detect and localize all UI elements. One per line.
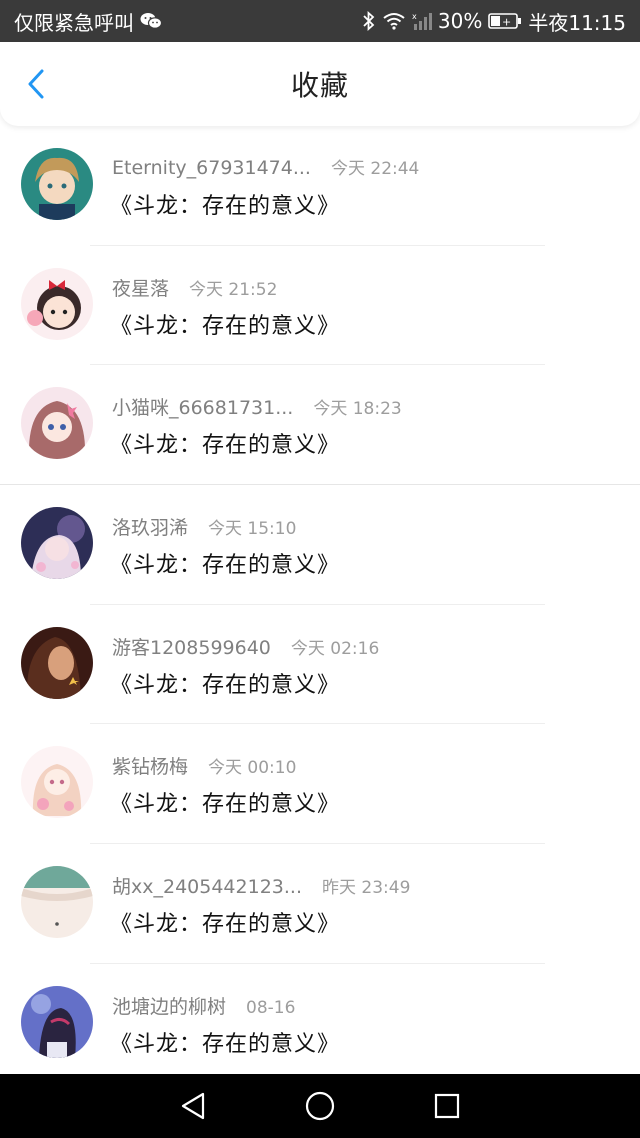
carrier-text: 仅限紧急呼叫 xyxy=(14,10,134,35)
username: 小猫咪_66681731... xyxy=(112,397,294,420)
avatar xyxy=(21,507,93,580)
avatar xyxy=(21,387,93,460)
item-meta: 紫钻杨梅 今天 00:10 xyxy=(112,752,296,779)
list-item[interactable]: 小猫咪_66681731... 今天 18:23 《斗龙：存在的意义》 xyxy=(0,365,640,486)
bluetooth-icon xyxy=(362,11,376,31)
list-item[interactable]: 夜星落 今天 21:52 《斗龙：存在的意义》 xyxy=(0,246,640,366)
recents-square-icon xyxy=(434,1093,459,1119)
battery-percent: 30% xyxy=(437,9,483,33)
timestamp: 今天 21:52 xyxy=(189,279,278,300)
favorite-title: 《斗龙：存在的意义》 xyxy=(110,672,341,698)
favorite-title: 《斗龙：存在的意义》 xyxy=(110,553,341,579)
battery-icon: + xyxy=(488,12,522,30)
favorite-title: 《斗龙：存在的意义》 xyxy=(110,912,341,938)
item-meta: 池塘边的柳树 08-16 xyxy=(112,992,295,1019)
username: 池塘边的柳树 xyxy=(112,995,227,1018)
favorites-list: Eternity_67931474... 今天 22:44 《斗龙：存在的意义》… xyxy=(0,126,640,1074)
back-button[interactable] xyxy=(20,68,52,100)
home-circle-icon xyxy=(305,1091,335,1121)
status-bar: 仅限紧急呼叫 x 30% + 半夜11:15 xyxy=(0,0,640,42)
timestamp: 08-16 xyxy=(246,997,296,1018)
avatar xyxy=(21,985,93,1058)
back-triangle-icon xyxy=(182,1092,205,1120)
avatar xyxy=(21,626,93,699)
avatar xyxy=(21,746,93,819)
svg-text:x: x xyxy=(412,12,417,21)
username: 胡xx_2405442123... xyxy=(112,876,302,899)
nav-home-button[interactable] xyxy=(300,1086,340,1126)
chevron-left-icon xyxy=(28,69,44,99)
status-right: x 30% + 半夜11:15 xyxy=(362,7,626,36)
svg-text:+: + xyxy=(502,16,511,29)
list-item[interactable]: Eternity_67931474... 今天 22:44 《斗龙：存在的意义》 xyxy=(0,126,640,246)
page-title: 收藏 xyxy=(290,69,349,102)
signal-icon: x xyxy=(412,11,432,31)
username: 游客1208599640 xyxy=(112,636,271,659)
timestamp: 今天 15:10 xyxy=(208,519,297,540)
navigation-bar xyxy=(0,1074,640,1138)
nav-recents-button[interactable] xyxy=(427,1086,467,1126)
list-item[interactable]: 胡xx_2405442123... 昨天 23:49 《斗龙：存在的意义》 xyxy=(0,844,640,964)
nav-back-button[interactable] xyxy=(173,1086,213,1126)
username: 夜星落 xyxy=(112,277,170,300)
wechat-icon xyxy=(140,12,162,30)
favorite-title: 《斗龙：存在的意义》 xyxy=(110,194,341,219)
clock: 半夜11:15 xyxy=(528,10,626,35)
item-meta: 胡xx_2405442123... 昨天 23:49 xyxy=(112,872,410,899)
item-meta: 游客1208599640 今天 02:16 xyxy=(112,633,379,660)
list-item[interactable]: 池塘边的柳树 08-16 《斗龙：存在的意义》 xyxy=(0,964,640,1074)
avatar xyxy=(21,866,93,939)
timestamp: 今天 00:10 xyxy=(208,758,297,779)
timestamp: 今天 02:16 xyxy=(290,638,380,659)
favorite-title: 《斗龙：存在的意义》 xyxy=(110,433,341,459)
header: 收藏 xyxy=(0,42,640,126)
timestamp: 昨天 23:49 xyxy=(322,878,411,899)
item-meta: Eternity_67931474... 今天 22:44 xyxy=(112,154,419,179)
timestamp: 今天 18:23 xyxy=(313,399,402,420)
username: 洛玖羽浠 xyxy=(112,517,189,540)
wifi-icon xyxy=(382,12,406,30)
avatar xyxy=(21,267,93,340)
list-item[interactable]: 洛玖羽浠 今天 15:10 《斗龙：存在的意义》 xyxy=(0,485,640,605)
username: Eternity_67931474... xyxy=(112,157,311,179)
status-left: 仅限紧急呼叫 xyxy=(14,7,162,36)
timestamp: 今天 22:44 xyxy=(330,159,420,179)
item-meta: 洛玖羽浠 今天 15:10 xyxy=(112,513,296,540)
avatar xyxy=(21,148,93,220)
username: 紫钻杨梅 xyxy=(112,756,189,779)
favorite-title: 《斗龙：存在的意义》 xyxy=(110,313,341,339)
item-meta: 小猫咪_66681731... 今天 18:23 xyxy=(112,393,402,420)
item-meta: 夜星落 今天 21:52 xyxy=(112,274,277,301)
favorite-title: 《斗龙：存在的意义》 xyxy=(110,792,341,818)
list-item[interactable]: 紫钻杨梅 今天 00:10 《斗龙：存在的意义》 xyxy=(0,724,640,845)
list-item[interactable]: 游客1208599640 今天 02:16 《斗龙：存在的意义》 xyxy=(0,605,640,725)
favorite-title: 《斗龙：存在的意义》 xyxy=(110,1031,341,1057)
